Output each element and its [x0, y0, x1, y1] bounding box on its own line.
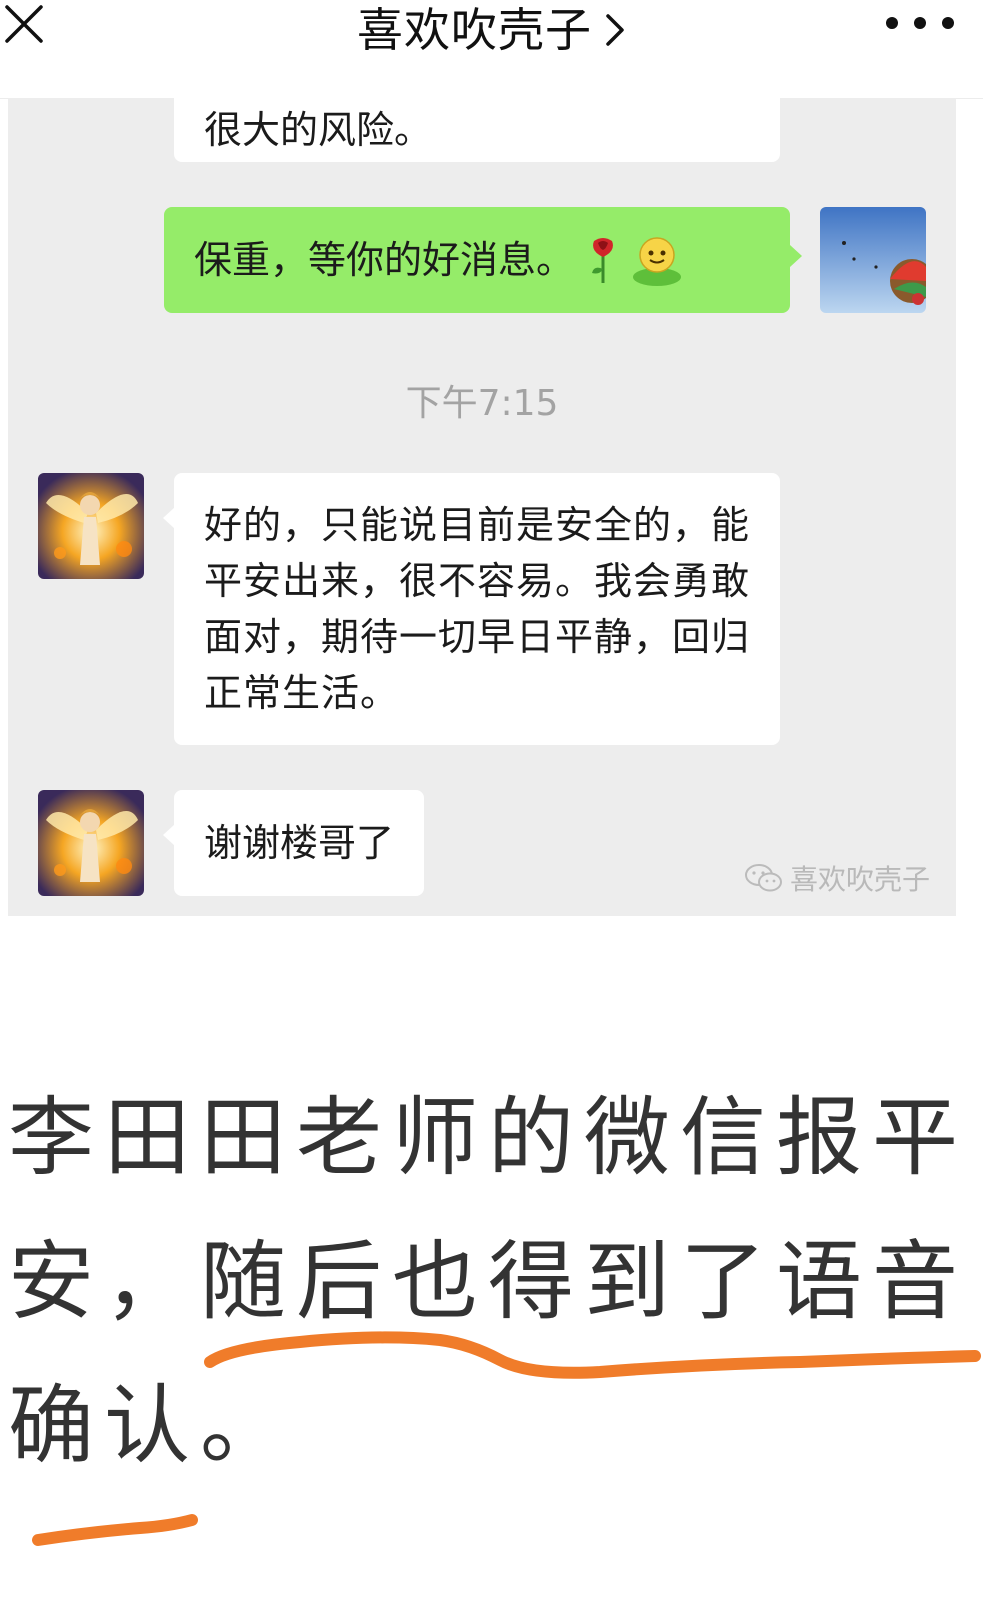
- balloon-avatar-image: [820, 207, 926, 313]
- chevron-right-icon: [606, 14, 624, 46]
- contact-avatar[interactable]: [38, 790, 144, 896]
- message-text: 谢谢楼哥了: [204, 821, 395, 865]
- message-text: 好的，只能说目前是安全的，能平安出来，很不容易。我会勇敢面对，期待一切早日平静，…: [204, 503, 751, 715]
- message-bubble-received[interactable]: 谢谢楼哥了: [162, 790, 425, 896]
- watermark-text: 喜欢吹壳子: [789, 863, 930, 896]
- rose-emoji: [592, 238, 613, 283]
- chat-area[interactable]: 很大的风险。 保重，等你的好消息。 下午7:15 好的，只能说目前是安全的，能平…: [8, 98, 956, 916]
- my-avatar[interactable]: [820, 207, 926, 313]
- wechat-icon: [744, 864, 782, 892]
- smiley-face-emoji: [633, 237, 682, 286]
- message-timestamp: 下午7:15: [405, 383, 559, 424]
- message-bubble-received[interactable]: 好的，只能说目前是安全的，能平安出来，很不容易。我会勇敢面对，期待一切早日平静，…: [163, 473, 780, 745]
- chat-title-button[interactable]: 喜欢吹壳子: [0, 0, 983, 60]
- more-dots-icon[interactable]: [885, 16, 955, 30]
- message-bubble-received[interactable]: 很大的风险。: [174, 98, 780, 162]
- nav-bar: 喜欢吹壳子: [0, 0, 983, 99]
- message-bubble-sent[interactable]: 保重，等你的好消息。: [164, 207, 802, 313]
- message-text: 保重，等你的好消息。: [194, 238, 575, 282]
- caption-text: 李田田老师的微信报平安，随后也得到了语音确认。: [8, 1088, 968, 1476]
- contact-avatar[interactable]: [38, 473, 144, 579]
- message-text: 很大的风险。: [204, 108, 433, 152]
- angel-avatar-image: [38, 790, 144, 896]
- watermark: 喜欢吹壳子: [744, 858, 930, 898]
- chat-title: 喜欢吹壳子: [357, 3, 592, 57]
- angel-avatar-image: [38, 473, 144, 579]
